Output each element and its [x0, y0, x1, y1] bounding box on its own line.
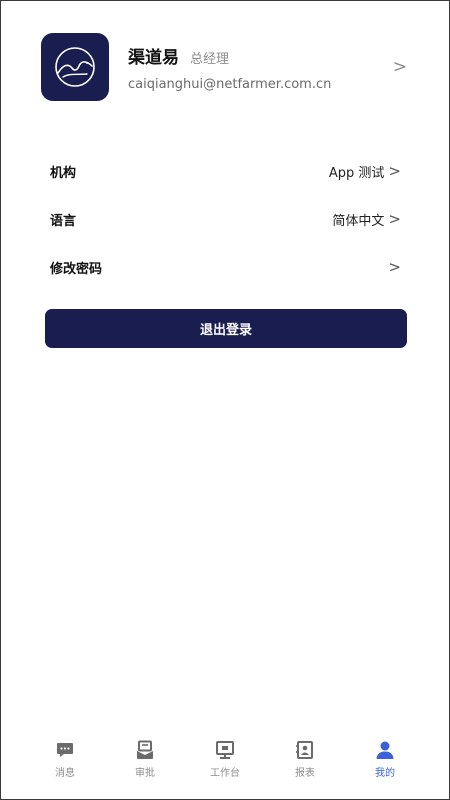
- chevron-right-icon: >: [392, 57, 407, 77]
- setting-right: App 测试 >: [329, 162, 401, 181]
- name-row: 渠道易 总经理: [128, 43, 331, 68]
- setting-label: 语言: [50, 213, 77, 229]
- setting-label: 机构: [50, 165, 77, 181]
- setting-right: 简体中文 >: [332, 210, 401, 229]
- settings-list: 机构 App 测试 > 语言 简体中文 > 修改密码 >: [50, 147, 401, 291]
- camel-logo-icon: [41, 33, 109, 101]
- user-name: 渠道易: [128, 48, 179, 68]
- chevron-right-icon: >: [388, 210, 401, 228]
- setting-organization[interactable]: 机构 App 测试 >: [50, 147, 401, 195]
- nav-label: 消息: [55, 768, 75, 779]
- chevron-right-icon: >: [388, 162, 401, 180]
- setting-language[interactable]: 语言 简体中文 >: [50, 195, 401, 243]
- nav-label: 工作台: [210, 768, 240, 779]
- setting-value: 简体中文: [332, 213, 385, 229]
- nav-messages[interactable]: 消息: [25, 739, 105, 787]
- user-title: 总经理: [190, 52, 230, 67]
- workbench-icon: [214, 739, 236, 761]
- person-icon: [374, 739, 396, 761]
- nav-workbench[interactable]: 工作台: [185, 739, 265, 787]
- nav-label: 报表: [295, 768, 315, 779]
- bottom-nav: 消息 审批 工作台 报表 我的: [25, 739, 425, 787]
- profile-text: 渠道易 总经理 caiqianghui@netfarmer.com.cn: [128, 43, 331, 92]
- chat-bubble-icon: [54, 739, 76, 761]
- setting-label: 修改密码: [50, 261, 103, 277]
- setting-right: >: [384, 258, 401, 276]
- app-screen: 渠道易 总经理 caiqianghui@netfarmer.com.cn > 机…: [0, 0, 450, 800]
- nav-mine[interactable]: 我的: [345, 739, 425, 787]
- report-icon: [294, 739, 316, 761]
- setting-change-password[interactable]: 修改密码 >: [50, 243, 401, 291]
- approval-icon: [134, 739, 156, 761]
- nav-label: 审批: [135, 768, 155, 779]
- user-email: caiqianghui@netfarmer.com.cn: [128, 77, 332, 92]
- chevron-right-icon: >: [388, 258, 401, 276]
- setting-value: App 测试: [328, 165, 385, 181]
- nav-reports[interactable]: 报表: [265, 739, 345, 787]
- profile-card[interactable]: 渠道易 总经理 caiqianghui@netfarmer.com.cn >: [41, 33, 411, 101]
- nav-label: 我的: [375, 768, 395, 779]
- logout-button[interactable]: 退出登录: [45, 309, 407, 348]
- nav-approval[interactable]: 审批: [105, 739, 185, 787]
